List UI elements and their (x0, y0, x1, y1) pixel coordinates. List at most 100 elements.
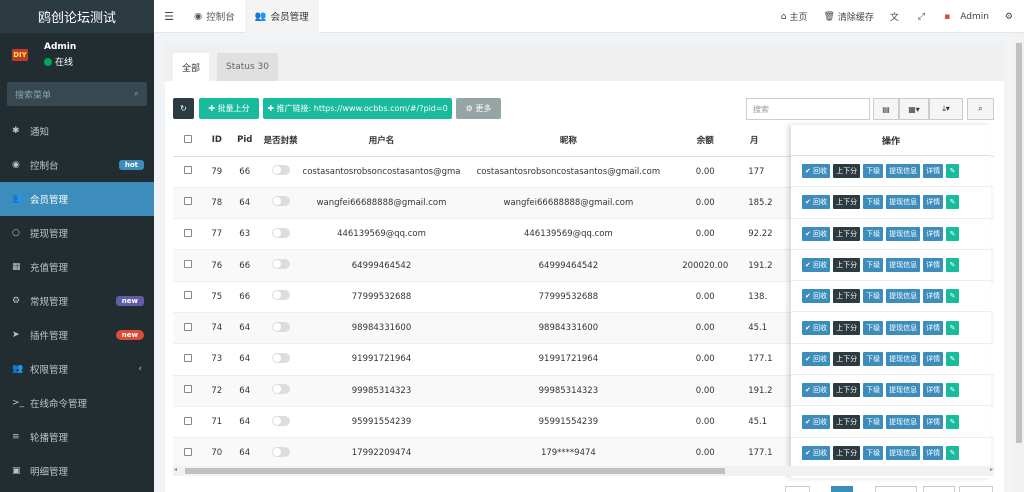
withdraw-info-button[interactable]: 提现信息 (886, 164, 921, 179)
row-checkbox[interactable] (173, 281, 203, 313)
edit-icon[interactable]: ✎ (946, 258, 960, 273)
withdraw-info-button[interactable]: 提现信息 (886, 320, 921, 335)
tab-all[interactable]: 全部 (173, 53, 210, 81)
sidebar-item-7[interactable]: 👥 权限管理 ‹ (0, 352, 154, 386)
column-header[interactable]: 余额 (676, 125, 735, 157)
page-go-button[interactable] (959, 486, 993, 492)
subordinate-button[interactable]: 下级 (863, 351, 884, 366)
sidebar-search-input[interactable]: 搜索菜单 ⌕ (7, 82, 147, 106)
detail-button[interactable]: 详情 (923, 164, 944, 179)
recycle-button[interactable]: ✔ 回收 (802, 164, 831, 179)
ban-toggle[interactable] (258, 156, 303, 188)
credit-button[interactable]: 上下分 (833, 195, 861, 210)
withdraw-info-button[interactable]: 提现信息 (886, 414, 921, 429)
recycle-button[interactable]: ✔ 回收 (802, 383, 831, 398)
edit-icon[interactable]: ✎ (946, 351, 960, 366)
recycle-button[interactable]: ✔ 回收 (802, 195, 831, 210)
sidebar-item-3[interactable]: ○ 提现管理 (0, 216, 154, 250)
menu-toggle-icon[interactable]: ☰ (154, 10, 184, 23)
credit-button[interactable]: 上下分 (833, 414, 861, 429)
column-header[interactable]: 月 (734, 125, 775, 157)
edit-icon[interactable]: ✎ (946, 164, 960, 179)
sidebar-item-9[interactable]: ≡ 轮播管理 (0, 420, 154, 454)
withdraw-info-button[interactable]: 提现信息 (886, 195, 921, 210)
withdraw-info-button[interactable]: 提现信息 (886, 351, 921, 366)
ban-toggle[interactable] (258, 249, 303, 282)
ban-toggle[interactable] (258, 187, 303, 220)
vscroll-thumb[interactable] (1016, 43, 1022, 443)
subordinate-button[interactable]: 下级 (863, 226, 884, 241)
refresh-button[interactable]: ↻ (173, 98, 194, 119)
horizontal-scrollbar[interactable]: ◂ ▸ (173, 466, 994, 476)
detail-button[interactable]: 详情 (923, 445, 944, 460)
withdraw-info-button[interactable]: 提现信息 (886, 383, 921, 398)
select-all-checkbox[interactable] (173, 125, 203, 157)
recycle-button[interactable]: ✔ 回收 (802, 445, 831, 460)
topbar-action-0[interactable]: ⌂ 主页 (773, 10, 816, 24)
edit-icon[interactable]: ✎ (946, 383, 960, 398)
brand-title[interactable]: 鸥创论坛测试 (0, 0, 154, 33)
detail-button[interactable]: 详情 (923, 383, 944, 398)
advanced-search-icon[interactable]: ⌕ (967, 98, 994, 120)
edit-icon[interactable]: ✎ (946, 195, 960, 210)
sidebar-item-0[interactable]: ✱ 通知 (0, 114, 154, 148)
sidebar-item-6[interactable]: ➤ 插件管理 new (0, 318, 154, 352)
row-checkbox[interactable] (173, 375, 203, 407)
ban-toggle[interactable] (258, 437, 303, 470)
credit-button[interactable]: 上下分 (833, 258, 861, 273)
sidebar-item-4[interactable]: ▦ 充值管理 (0, 250, 154, 284)
topbar-action-1[interactable]: 🗑 清除缓存 (815, 10, 881, 24)
credit-button[interactable]: 上下分 (833, 320, 861, 335)
ban-toggle[interactable] (258, 375, 303, 407)
recycle-button[interactable]: ✔ 回收 (802, 226, 831, 241)
vertical-scrollbar[interactable] (1014, 33, 1024, 492)
top-tab-0[interactable]: ◉ 控制台 (184, 0, 245, 33)
recycle-button[interactable]: ✔ 回收 (802, 414, 831, 429)
subordinate-button[interactable]: 下级 (863, 164, 884, 179)
topbar-action-5[interactable]: ⚙ (997, 12, 1024, 22)
row-checkbox[interactable] (173, 343, 203, 376)
subordinate-button[interactable]: 下级 (863, 258, 884, 273)
row-checkbox[interactable] (173, 249, 203, 282)
subordinate-button[interactable]: 下级 (863, 320, 884, 335)
credit-button[interactable]: 上下分 (833, 383, 861, 398)
detail-button[interactable]: 详情 (923, 226, 944, 241)
subordinate-button[interactable]: 下级 (863, 383, 884, 398)
topbar-action-3[interactable]: ⤢ (910, 12, 936, 22)
more-button[interactable]: ⚙ 更多 (456, 98, 501, 119)
row-checkbox[interactable] (173, 187, 203, 220)
sidebar-item-2[interactable]: 👥 会员管理 (0, 182, 154, 216)
column-header[interactable]: 用户名 (302, 125, 461, 157)
sidebar-item-8[interactable]: >_ 在线命令管理 (0, 386, 154, 420)
column-header[interactable]: 昵称 (460, 125, 677, 157)
edit-icon[interactable]: ✎ (946, 414, 960, 429)
column-header[interactable]: ID (202, 125, 231, 157)
credit-button[interactable]: 上下分 (833, 445, 861, 460)
sidebar-item-5[interactable]: ⚙ 常规管理 new (0, 284, 154, 318)
row-checkbox[interactable] (173, 156, 203, 188)
top-tab-1[interactable]: 👥 会员管理 (244, 0, 319, 33)
row-checkbox[interactable] (173, 437, 203, 470)
subordinate-button[interactable]: 下级 (863, 289, 884, 304)
edit-icon[interactable]: ✎ (946, 226, 960, 241)
credit-button[interactable]: 上下分 (833, 351, 861, 366)
batch-add-button[interactable]: ✚ 批量上分 (199, 98, 259, 119)
subordinate-button[interactable]: 下级 (863, 195, 884, 210)
detail-button[interactable]: 详情 (923, 351, 944, 366)
columns-icon[interactable]: ▦▾ (899, 98, 929, 120)
detail-button[interactable]: 详情 (923, 320, 944, 335)
column-header[interactable]: 是否封禁 (258, 125, 303, 157)
detail-button[interactable]: 详情 (923, 289, 944, 304)
row-checkbox[interactable] (173, 312, 203, 345)
list-view-icon[interactable]: ▤ (873, 98, 899, 120)
withdraw-info-button[interactable]: 提现信息 (886, 445, 921, 460)
export-icon[interactable]: ⤓▾ (929, 98, 963, 120)
withdraw-info-button[interactable]: 提现信息 (886, 289, 921, 304)
recycle-button[interactable]: ✔ 回收 (802, 351, 831, 366)
page-current[interactable] (831, 486, 853, 492)
edit-icon[interactable]: ✎ (946, 289, 960, 304)
ban-toggle[interactable] (258, 343, 303, 376)
subordinate-button[interactable]: 下级 (863, 414, 884, 429)
page-jump-input[interactable] (923, 486, 955, 492)
page-next[interactable] (875, 486, 917, 492)
